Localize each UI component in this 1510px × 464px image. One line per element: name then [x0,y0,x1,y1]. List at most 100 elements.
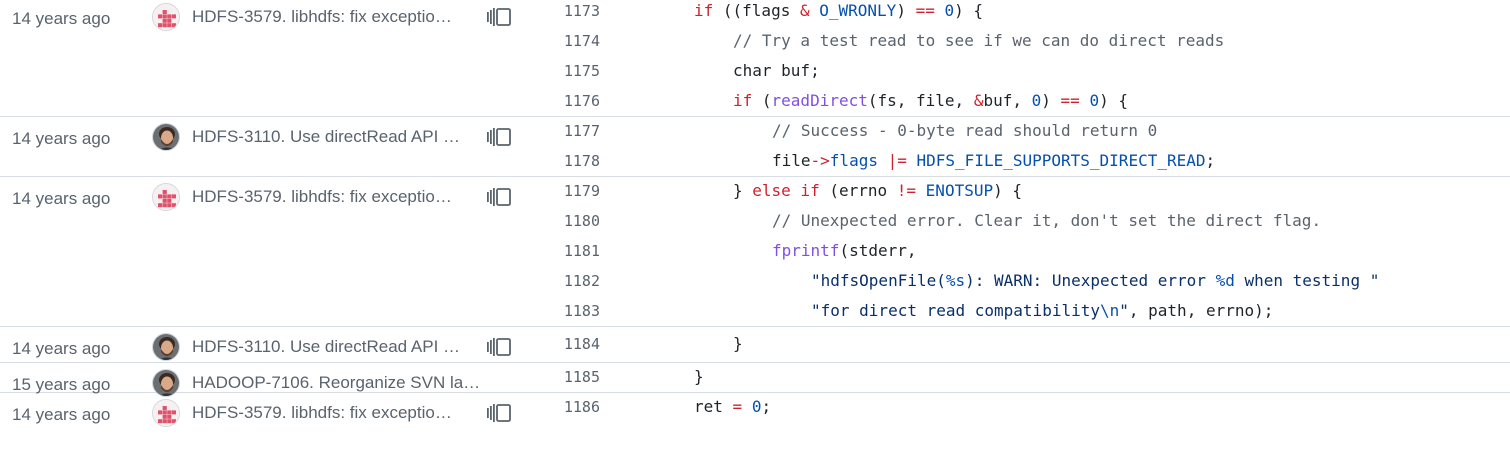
line-code: if (readDirect(fs, file, &buf, 0) == 0) … [733,91,1128,110]
line-code: "hdfsOpenFile(%s): WARN: Unexpected erro… [811,271,1379,290]
line-number[interactable]: 1180 [540,212,600,230]
line-number[interactable]: 1186 [540,398,600,416]
blame-hunk: 14 years ago HDFS-3579. libhdfs: fix exce… [0,177,1510,327]
line-code: } else if (errno != ENOTSUP) { [733,181,1022,200]
code-token: 0 [1031,91,1042,110]
code-token: 0 [944,1,955,20]
reblame-button[interactable] [486,125,512,149]
code-lines: 1179 } else if (errno != ENOTSUP) { 1180 //… [540,177,1510,327]
code-lines: 1177 // Success - 0-byte read should retu… [540,117,1510,177]
commit-message-link[interactable]: HDFS-3579. libhdfs: fix exceptio… [192,403,482,423]
author-avatar[interactable] [152,3,180,31]
author-avatar[interactable] [152,333,180,361]
commit-message-link[interactable]: HDFS-3579. libhdfs: fix exceptio… [192,7,482,27]
line-number[interactable]: 1175 [540,62,600,80]
code-token: & [799,1,810,20]
line-number[interactable]: 1179 [540,182,600,200]
code-token: %d [1215,271,1235,290]
code-line: 1182 "hdfsOpenFile(%s): WARN: Unexpected … [540,267,1510,297]
code-lines: 1186 ret = 0; [540,393,1510,423]
code-token: \n [1099,301,1120,320]
commit-message-link[interactable]: HDFS-3579. libhdfs: fix exceptio… [192,187,482,207]
code-token: ( [752,91,772,110]
code-token: |= [887,151,907,170]
line-code: // Unexpected error. Clear it, don't set… [772,211,1321,230]
reblame-icon [487,8,511,26]
code-token: if [694,1,714,20]
line-code: char buf; [733,61,820,80]
code-token: ) { [1099,91,1128,110]
line-number[interactable]: 1184 [540,335,600,353]
code-token: file [772,151,811,170]
code-token: char buf; [733,61,820,80]
code-token: , path, errno); [1128,301,1274,320]
identicon-icon [153,4,179,30]
line-code: ret = 0; [694,397,771,416]
code-token: if [800,181,820,200]
reblame-button[interactable] [486,401,512,425]
line-number[interactable]: 1173 [540,2,600,20]
code-lines: 1173 if ((flags & O_WRONLY) == 0) {1174//… [540,0,1510,117]
commit-meta: 14 years ago HDFS-3579. libhdfs: fix exce… [0,393,540,433]
code-line: 1176 if (readDirect(fs, file, &buf, 0) ==… [540,87,1510,117]
reblame-icon [487,188,511,206]
reblame-button[interactable] [486,5,512,29]
code-token: ) { [954,1,984,20]
commit-age: 14 years ago [12,189,111,208]
reblame-button[interactable] [486,185,512,209]
line-number[interactable]: 1174 [540,32,600,50]
line-code: } [733,334,743,353]
blame-hunk: 14 years ago HDFS-3110. Use directRead AP… [0,117,1510,177]
code-token: "hdfsOpenFile( [811,271,946,290]
code-token: ; [1205,151,1216,170]
reblame-icon [487,404,511,422]
code-token: ) [1041,91,1061,110]
commit-message-link[interactable]: HDFS-3110. Use directRead API … [192,337,482,357]
commit-meta: 14 years ago HDFS-3579. libhdfs: fix exce… [0,177,540,217]
identicon-icon [153,184,179,210]
commit-age: 14 years ago [12,339,111,358]
commit-age: 14 years ago [12,405,111,424]
commit-meta: 14 years ago HDFS-3110. Use directRead AP… [0,327,540,367]
code-token: != [896,181,917,200]
user-photo-icon [153,334,179,360]
code-token: (stderr, [839,241,917,260]
line-number[interactable]: 1178 [540,152,600,170]
blame-hunk: 15 years ago HADOOP-7106. Reorganize SVN … [0,363,1510,397]
code-line: 1175 char buf; [540,57,1510,87]
code-token: // Unexpected error. Clear it, don't set… [772,211,1322,230]
line-code: } [694,367,704,386]
code-token: readDirect [771,91,868,110]
line-code: // Try a test read to see if we can do d… [733,31,1224,50]
reblame-icon [487,338,511,356]
line-number[interactable]: 1176 [540,92,600,110]
line-number[interactable]: 1177 [540,122,600,140]
code-token: when testing " [1234,271,1380,290]
code-token: ): WARN: Unexpected error [965,271,1216,290]
line-number[interactable]: 1181 [540,242,600,260]
line-number[interactable]: 1183 [540,302,600,320]
reblame-button[interactable] [486,335,512,359]
code-token: HDFS_FILE_SUPPORTS_DIRECT_READ [916,151,1206,170]
line-number[interactable]: 1182 [540,272,600,290]
code-line: 1179 } else if (errno != ENOTSUP) { [540,177,1510,207]
author-avatar[interactable] [152,183,180,211]
code-line: 1180 // Unexpected error. Clear it, don't… [540,207,1510,237]
code-line: 1183 "for direct read compatibility\n", p… [540,297,1510,327]
commit-meta: 14 years ago HDFS-3110. Use directRead AP… [0,117,540,157]
blame-hunk: 14 years ago HDFS-3110. Use directRead AP… [0,327,1510,363]
code-token: == [1060,91,1080,110]
author-avatar[interactable] [152,399,180,427]
commit-message-link[interactable]: HADOOP-7106. Reorganize SVN la… [192,373,482,393]
line-code: file->flags |= HDFS_FILE_SUPPORTS_DIRECT… [772,151,1215,170]
commit-message-link[interactable]: HDFS-3110. Use directRead API … [192,127,482,147]
commit-meta: 14 years ago HDFS-3579. libhdfs: fix exce… [0,0,540,37]
author-avatar[interactable] [152,123,180,151]
code-token: } [694,367,704,386]
line-number[interactable]: 1185 [540,368,600,386]
identicon-icon [153,400,179,426]
code-token: flags [829,151,878,170]
